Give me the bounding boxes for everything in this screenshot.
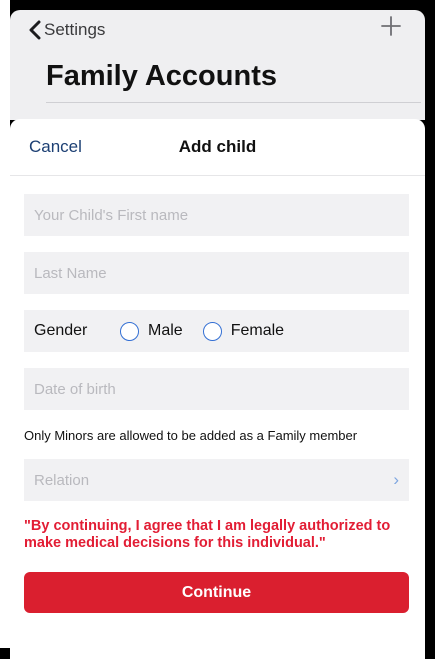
- continue-button[interactable]: Continue: [24, 572, 409, 613]
- back-label: Settings: [44, 20, 106, 39]
- consent-text: "By continuing, I agree that I am legall…: [24, 518, 391, 551]
- minors-note: Only Minors are allowed to be added as a…: [24, 428, 358, 443]
- plus-icon[interactable]: [379, 14, 403, 38]
- gender-row: Gender Male Female: [24, 310, 409, 352]
- gender-label: Gender: [34, 322, 88, 339]
- divider: [46, 102, 421, 103]
- sheet-title: Add child: [178, 137, 257, 156]
- relation-placeholder: Relation: [34, 471, 90, 489]
- background-edge: [0, 0, 10, 648]
- radio-male[interactable]: [120, 321, 139, 341]
- radio-female[interactable]: [202, 321, 222, 341]
- last-name-input[interactable]: [24, 252, 409, 294]
- gender-male-label: Male: [148, 322, 183, 339]
- chevron-right-icon: ›: [393, 470, 399, 489]
- sheet-header: Cancel Add child: [10, 119, 425, 176]
- gender-female-label: Female: [230, 322, 285, 339]
- add-child-sheet: Cancel Add child Gender Male Female Only…: [10, 119, 425, 659]
- back-button[interactable]: Settings: [28, 20, 105, 40]
- page-title: Family Accounts: [46, 60, 277, 92]
- first-name-input[interactable]: [24, 194, 409, 236]
- relation-select[interactable]: Relation ›: [24, 459, 409, 501]
- gender-option-male[interactable]: Male: [120, 321, 183, 341]
- date-of-birth-input[interactable]: [24, 368, 409, 410]
- gender-option-female[interactable]: Female: [202, 321, 285, 341]
- chevron-left-icon: [29, 20, 41, 40]
